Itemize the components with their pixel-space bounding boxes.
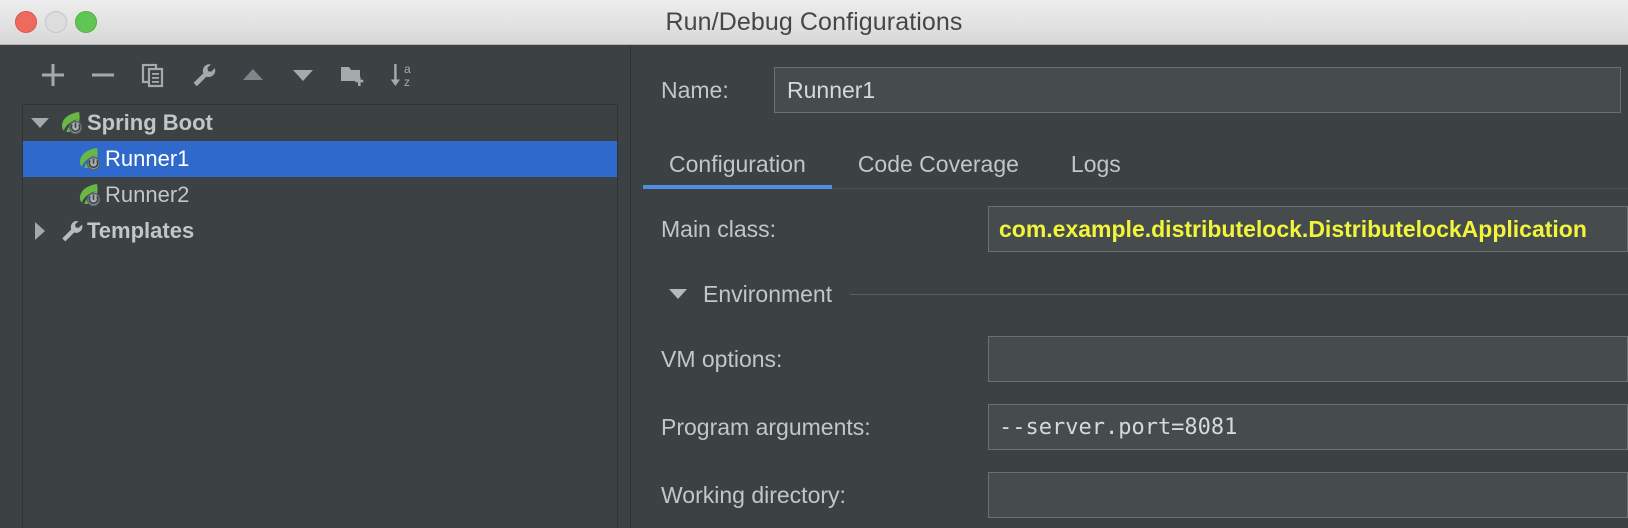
tree-node-label: Spring Boot xyxy=(87,110,213,135)
environment-section-label: Environment xyxy=(703,280,833,307)
main-class-label: Main class: xyxy=(661,215,777,242)
sort-configurations-button[interactable]: a z xyxy=(378,57,428,93)
configuration-details-pane: Name: Runner1 Configuration Code Coverag… xyxy=(631,45,1628,528)
add-configuration-button[interactable] xyxy=(28,57,78,93)
copy-configuration-button[interactable] xyxy=(128,57,178,93)
configurations-toolbar: a z xyxy=(0,45,630,103)
vm-options-input[interactable] xyxy=(988,336,1628,382)
arrow-up-icon xyxy=(239,61,267,89)
tree-node-runner2[interactable]: Runner2 xyxy=(23,177,617,213)
run-debug-configurations-window: Run/Debug Configurations a z Spring Boot… xyxy=(0,0,1628,528)
tab-configuration[interactable]: Configuration xyxy=(643,140,832,189)
tree-node-templates[interactable]: Templates xyxy=(23,213,617,249)
program-arguments-input[interactable]: --server.port=8081 xyxy=(988,404,1628,450)
arrow-down-icon xyxy=(289,61,317,89)
environment-section-header[interactable]: Environment xyxy=(631,263,1628,325)
working-directory-label: Working directory: xyxy=(661,481,846,508)
spring-boot-leaf-icon xyxy=(57,111,85,135)
wrench-icon xyxy=(57,218,85,244)
main-class-input[interactable]: com.example.distributelock.Distributeloc… xyxy=(988,206,1628,252)
working-directory-input[interactable] xyxy=(988,472,1628,518)
expand-collapse-toggle[interactable] xyxy=(23,118,57,128)
sort-alphabetical-icon: a z xyxy=(388,60,418,90)
program-arguments-row: Program arguments: --server.port=8081 xyxy=(631,393,1628,461)
section-divider xyxy=(850,293,1628,295)
name-label: Name: xyxy=(661,76,729,103)
tab-code-coverage[interactable]: Code Coverage xyxy=(832,140,1045,188)
expand-collapse-toggle[interactable] xyxy=(23,222,57,240)
chevron-down-icon xyxy=(669,289,687,299)
main-class-value: com.example.distributelock.Distributeloc… xyxy=(999,215,1587,242)
program-arguments-label: Program arguments: xyxy=(661,413,871,440)
tab-logs[interactable]: Logs xyxy=(1045,140,1147,188)
name-row: Name: Runner1 xyxy=(661,67,1621,113)
window-titlebar: Run/Debug Configurations xyxy=(0,0,1628,45)
minus-icon xyxy=(89,61,117,89)
tree-node-label: Runner2 xyxy=(105,182,190,207)
window-title: Run/Debug Configurations xyxy=(665,8,963,36)
spring-boot-leaf-icon xyxy=(75,183,103,207)
chevron-right-icon xyxy=(35,222,45,240)
tree-node-spring-boot[interactable]: Spring Boot xyxy=(23,105,617,141)
vm-options-row: VM options: xyxy=(631,325,1628,393)
move-up-button[interactable] xyxy=(228,57,278,93)
svg-text:z: z xyxy=(404,75,410,89)
configuration-form: Main class: com.example.distributelock.D… xyxy=(631,195,1628,528)
wrench-icon xyxy=(189,61,217,89)
tree-node-label: Runner1 xyxy=(105,146,190,171)
working-directory-row: Working directory: xyxy=(631,461,1628,528)
configurations-tree[interactable]: Spring Boot Runner1 Runner2 Templates xyxy=(22,104,618,528)
remove-configuration-button[interactable] xyxy=(78,57,128,93)
plus-icon xyxy=(39,61,67,89)
svg-text:a: a xyxy=(404,62,411,76)
move-down-button[interactable] xyxy=(278,57,328,93)
new-folder-button[interactable] xyxy=(328,57,378,93)
copy-icon xyxy=(139,61,167,89)
spring-boot-leaf-icon xyxy=(75,147,103,171)
new-folder-icon xyxy=(338,61,368,89)
tree-node-runner1[interactable]: Runner1 xyxy=(23,141,617,177)
edit-templates-button[interactable] xyxy=(178,57,228,93)
name-input[interactable]: Runner1 xyxy=(774,67,1621,113)
details-tabs: Configuration Code Coverage Logs xyxy=(643,140,1628,189)
tree-node-label: Templates xyxy=(87,218,195,243)
main-class-row: Main class: com.example.distributelock.D… xyxy=(631,195,1628,263)
chevron-down-icon xyxy=(31,118,49,128)
program-arguments-value: --server.port=8081 xyxy=(999,414,1238,440)
vm-options-label: VM options: xyxy=(661,345,783,372)
